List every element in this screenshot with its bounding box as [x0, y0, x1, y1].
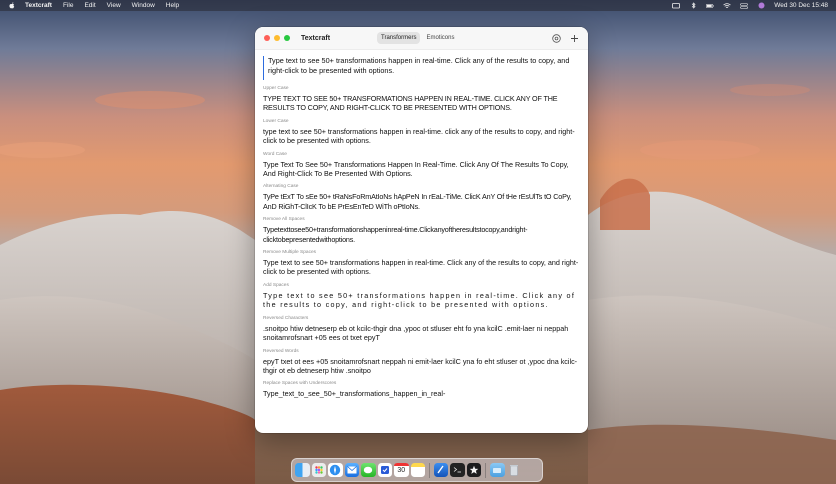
content-area: Type text to see 50+ transformations hap…	[255, 50, 588, 399]
result-label: Remove Multiple Spaces	[263, 250, 317, 256]
result-remove-multiple-spaces[interactable]: Remove Multiple Spaces Type text to see …	[263, 250, 581, 277]
menu-bar: Textcraft File Edit View Window Help Wed…	[0, 0, 836, 11]
trash-icon[interactable]	[507, 463, 522, 478]
reminders-icon[interactable]	[377, 462, 392, 478]
result-text[interactable]: Typetexttosee50+transformationshappeninr…	[263, 225, 581, 244]
result-text[interactable]: TyPe tExT To sEe 50+ tRaNsFoRmAtIoNs hAp…	[263, 192, 581, 211]
menu-view[interactable]: View	[107, 2, 121, 9]
settings-icon[interactable]	[552, 33, 561, 43]
menu-datetime[interactable]: Wed 30 Dec 15:48	[774, 2, 828, 9]
close-window-button[interactable]	[264, 35, 270, 41]
result-reversed-words[interactable]: Reversed Words epyT txet ot ees +05 snoi…	[263, 349, 581, 376]
result-text[interactable]: Type_text_to_see_50+_transformations_hap…	[263, 389, 581, 398]
window-controls	[264, 35, 290, 41]
launchpad-icon[interactable]	[311, 462, 326, 478]
result-reversed-characters[interactable]: Reversed Characters .snoitpo htiw detnes…	[263, 316, 581, 343]
menu-help[interactable]: Help	[166, 2, 179, 9]
result-text[interactable]: .snoitpo htiw detneserp eb ot kcilc-thgi…	[263, 324, 581, 343]
safari-icon[interactable]	[328, 462, 343, 478]
result-label: Lower Case	[263, 118, 289, 124]
siri-icon[interactable]	[757, 2, 765, 9]
result-text[interactable]: Type text to see 50+ transformations hap…	[263, 291, 581, 310]
downloads-folder-icon[interactable]	[490, 462, 505, 478]
result-remove-all-spaces[interactable]: Remove All Spaces Typetexttosee50+transf…	[263, 217, 581, 244]
notes-icon[interactable]	[410, 462, 425, 478]
dock-separator	[485, 462, 487, 478]
messages-icon[interactable]	[361, 462, 376, 478]
result-label: Replace Spaces with Underscores	[263, 381, 337, 387]
menu-file[interactable]: File	[63, 2, 73, 9]
zoom-window-button[interactable]	[284, 35, 290, 41]
mail-icon[interactable]	[344, 462, 359, 478]
menu-edit[interactable]: Edit	[84, 2, 95, 9]
result-label: Upper Case	[263, 86, 289, 91]
result-lower-case[interactable]: Lower Case type text to see 50+ transfor…	[263, 119, 581, 146]
title-bar: Textcraft Transformers Emoticons	[255, 27, 588, 50]
result-text[interactable]: Type text to see 50+ transformations hap…	[263, 258, 581, 277]
terminal-icon[interactable]	[450, 462, 465, 478]
wifi-icon[interactable]	[723, 2, 732, 9]
window-title: Textcraft	[301, 34, 331, 42]
result-text[interactable]: Type Text To See 50+ Transformations Hap…	[263, 160, 581, 179]
result-add-spaces[interactable]: Add Spaces Type text to see 50+ transfor…	[263, 283, 581, 310]
result-label: Add Spaces	[263, 282, 289, 288]
finder-icon[interactable]	[295, 462, 310, 478]
calendar-icon[interactable]: 30	[394, 462, 409, 478]
result-label: Alternating Case	[263, 184, 299, 190]
add-icon[interactable]	[570, 34, 579, 43]
bluetooth-icon[interactable]	[689, 2, 697, 9]
result-replace-spaces-underscores[interactable]: Replace Spaces with Underscores Type_tex…	[263, 381, 581, 398]
display-icon[interactable]	[672, 2, 681, 9]
menu-window[interactable]: Window	[132, 2, 155, 9]
tab-emoticons[interactable]: Emoticons	[422, 32, 458, 44]
tab-transformers[interactable]: Transformers	[377, 32, 421, 44]
result-label: Remove All Spaces	[263, 217, 305, 223]
dock: 30	[291, 458, 543, 482]
result-label: Word Case	[263, 151, 287, 157]
result-label: Reversed Words	[263, 348, 299, 354]
textcraft-window: Textcraft Transformers Emoticons Type te…	[255, 27, 588, 433]
text-input[interactable]: Type text to see 50+ transformations hap…	[263, 56, 581, 80]
result-alternating-case[interactable]: Alternating Case TyPe tExT To sEe 50+ tR…	[263, 184, 581, 211]
result-text[interactable]: epyT txet ot ees +05 snoitamrofsnart nep…	[263, 357, 581, 376]
control-center-icon[interactable]	[740, 2, 749, 9]
menu-app-name[interactable]: Textcraft	[25, 2, 52, 9]
result-text[interactable]: type text to see 50+ transformations hap…	[263, 127, 581, 146]
apple-menu-icon[interactable]	[8, 2, 15, 9]
result-upper-case[interactable]: Upper Case TYPE TEXT TO SEE 50+ TRANSFOR…	[263, 86, 581, 113]
battery-icon[interactable]	[706, 3, 714, 9]
result-word-case[interactable]: Word Case Type Text To See 50+ Transform…	[263, 152, 581, 179]
minimize-window-button[interactable]	[274, 35, 280, 41]
xcode-icon[interactable]	[433, 462, 449, 478]
mode-tabs: Transformers Emoticons	[377, 32, 458, 44]
textcraft-icon[interactable]	[466, 462, 482, 478]
result-label: Reversed Characters	[263, 315, 309, 321]
result-text[interactable]: TYPE TEXT TO SEE 50+ TRANSFORMATIONS HAP…	[263, 94, 581, 113]
dock-separator	[429, 462, 430, 478]
calendar-day: 30	[397, 467, 406, 475]
